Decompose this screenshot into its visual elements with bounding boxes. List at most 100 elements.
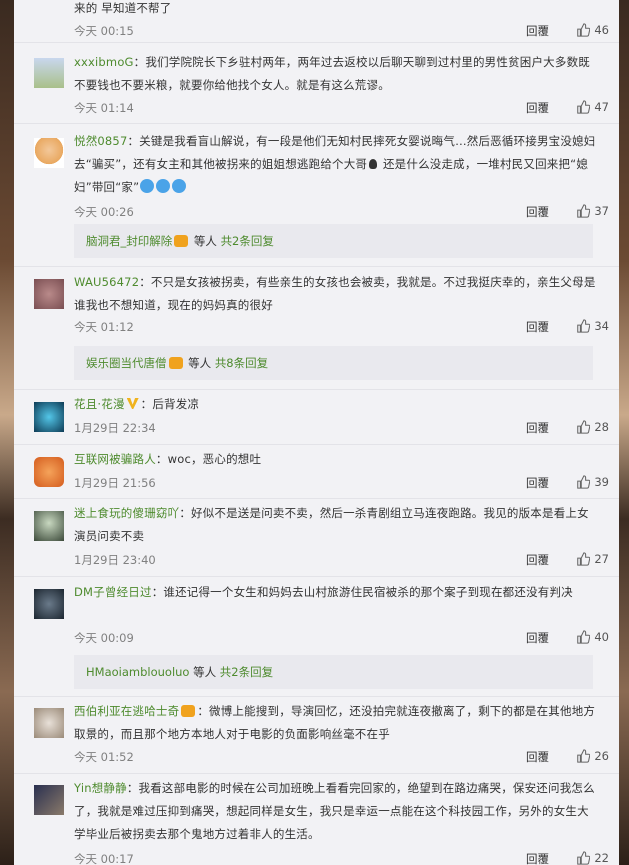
sub-reply-count[interactable]: 共8条回复 <box>215 356 268 370</box>
sub-reply-user[interactable]: 脑洞君_封印解除 <box>86 234 172 248</box>
comment-item: WAU56472：不只是女孩被拐卖，有些亲生的女孩也会被卖，我就是。不过我挺庆幸… <box>14 267 619 390</box>
comment-text: 来的 早知道不帮了 <box>74 1 172 15</box>
thumbs-up-icon <box>577 23 591 37</box>
comment-item: 西伯利亚在逃哈士奇 ：微博上能搜到，导演回忆，还没拍完就连夜撤离了，剩下的都是在其… <box>14 697 619 774</box>
comment-item: Yin想静静：我看这部电影的时候在公司加班晚上看看完回家的，绝望到在路边痛哭，保… <box>14 774 619 865</box>
like-count: 22 <box>594 851 609 865</box>
like-button[interactable]: 22 <box>576 851 609 865</box>
comment-item: DM子曾经日过：谁还记得一个女生和妈妈去山村旅游住民宿被杀的那个案子到现在都还没… <box>14 577 619 697</box>
avatar[interactable] <box>34 279 64 309</box>
avatar[interactable] <box>34 708 64 738</box>
comment-text: WAU56472：不只是女孩被拐卖，有些亲生的女孩也会被卖，我就是。不过我挺庆幸… <box>74 275 596 312</box>
comment-time: 今天 01:52 <box>74 750 134 764</box>
money-bag-emoji-icon <box>369 159 378 169</box>
like-button[interactable]: 27 <box>576 552 609 566</box>
sub-reply-user[interactable]: 娱乐圈当代唐僧 <box>86 356 167 370</box>
comment-item: 花且·花漫 ：后背发凉 1月29日 22:34 回覆 28 <box>14 390 619 445</box>
like-count: 27 <box>594 552 609 566</box>
sub-replies-bar[interactable]: HMaoiamblouoluo 等人 共2条回复 <box>74 655 593 689</box>
like-count: 28 <box>594 420 609 434</box>
like-button[interactable]: 37 <box>576 204 609 218</box>
doraemon-emoji-icon <box>172 179 187 193</box>
username-link[interactable]: xxxibmoG <box>74 55 134 69</box>
username-link[interactable]: 迷上食玩的傻珊窈吖 <box>74 506 179 520</box>
like-count: 34 <box>594 319 609 333</box>
like-button[interactable]: 40 <box>576 630 609 644</box>
background-photo-left <box>0 0 14 865</box>
heart-eyes-emoji-icon <box>174 235 189 247</box>
username-link[interactable]: 悦然0857 <box>74 134 127 148</box>
username-link[interactable]: 西伯利亚在逃哈士奇 <box>74 704 179 718</box>
avatar[interactable] <box>34 589 64 619</box>
reply-button[interactable]: 回覆 <box>526 204 549 220</box>
reply-button[interactable]: 回覆 <box>526 420 549 436</box>
thumbs-up-icon <box>577 749 591 763</box>
comment-item: xxxibmoG：我们学院院长下乡驻村两年，两年过去返校以后聊天聊到过村里的男性… <box>14 43 619 124</box>
comment-text: 互联网被骗路人：woc，恶心的想吐 <box>74 452 262 466</box>
comment-time: 今天 00:09 <box>74 631 134 645</box>
comment-text: DM子曾经日过：谁还记得一个女生和妈妈去山村旅游住民宿被杀的那个案子到现在都还没… <box>74 585 573 599</box>
comment-text: 迷上食玩的傻珊窈吖：好似不是送是问卖不卖，然后一杀青剧组立马连夜跑路。我见的版本… <box>74 506 589 543</box>
reply-button[interactable]: 回覆 <box>526 552 549 568</box>
comment-item: 悦然0857：关键是我看盲山解说，有一段是他们无知村民摔死女婴说晦气…然后恶循环… <box>14 124 619 267</box>
comment-text: 花且·花漫 ：后背发凉 <box>74 397 200 411</box>
like-button[interactable]: 46 <box>576 23 609 37</box>
thumbs-up-icon <box>577 204 591 218</box>
like-count: 39 <box>594 475 609 489</box>
comment-item: 来的 早知道不帮了 今天 00:15 回覆 46 <box>14 0 619 43</box>
like-button[interactable]: 28 <box>576 420 609 434</box>
sub-replies-bar[interactable]: 娱乐圈当代唐僧 等人 共8条回复 <box>74 346 593 380</box>
like-count: 40 <box>594 630 609 644</box>
sub-replies-bar[interactable]: 脑洞君_封印解除 等人 共2条回复 <box>74 224 593 258</box>
username-link[interactable]: 花且·花漫 <box>74 397 125 411</box>
avatar[interactable] <box>34 58 64 88</box>
username-link[interactable]: WAU56472 <box>74 275 139 289</box>
reply-button[interactable]: 回覆 <box>526 749 549 765</box>
sub-reply-user[interactable]: HMaoiamblouoluo <box>86 665 189 679</box>
comment-time: 今天 00:26 <box>74 205 134 219</box>
gift-emoji-icon <box>168 357 183 369</box>
reply-button[interactable]: 回覆 <box>526 851 549 865</box>
comment-time: 今天 00:17 <box>74 852 134 865</box>
background-photo-right <box>619 0 629 865</box>
like-button[interactable]: 34 <box>576 319 609 333</box>
comment-time: 1月29日 21:56 <box>74 476 156 490</box>
reply-button[interactable]: 回覆 <box>526 319 549 335</box>
like-button[interactable]: 47 <box>576 100 609 114</box>
doraemon-emoji-icon <box>140 179 155 193</box>
comment-time: 今天 01:14 <box>74 101 134 115</box>
like-count: 26 <box>594 749 609 763</box>
comment-item: 互联网被骗路人：woc，恶心的想吐 1月29日 21:56 回覆 39 <box>14 445 619 499</box>
comment-text: 悦然0857：关键是我看盲山解说，有一段是他们无知村民摔死女婴说晦气…然后恶循环… <box>74 134 596 194</box>
username-link[interactable]: Yin想静静 <box>74 781 127 795</box>
avatar[interactable] <box>34 402 64 432</box>
avatar[interactable] <box>34 138 64 168</box>
thumbs-up-icon <box>577 475 591 489</box>
comment-text: xxxibmoG：我们学院院长下乡驻村两年，两年过去返校以后聊天聊到过村里的男性… <box>74 55 590 92</box>
reply-button[interactable]: 回覆 <box>526 100 549 116</box>
vip-badge-icon <box>126 398 139 409</box>
username-link[interactable]: DM子曾经日过 <box>74 585 152 599</box>
comment-panel: 来的 早知道不帮了 今天 00:15 回覆 46 xxxibmoG：我们学院院长… <box>14 0 619 865</box>
comment-time: 今天 00:15 <box>74 24 134 38</box>
thumbs-up-icon <box>577 552 591 566</box>
like-button[interactable]: 26 <box>576 749 609 763</box>
comment-time: 1月29日 22:34 <box>74 421 156 435</box>
avatar[interactable] <box>34 785 64 815</box>
sub-reply-count[interactable]: 共2条回复 <box>221 234 274 248</box>
reply-button[interactable]: 回覆 <box>526 630 549 646</box>
like-button[interactable]: 39 <box>576 475 609 489</box>
comment-text: 西伯利亚在逃哈士奇 ：微博上能搜到，导演回忆，还没拍完就连夜撤离了，剩下的都是在其… <box>74 704 596 741</box>
reply-button[interactable]: 回覆 <box>526 475 549 491</box>
avatar[interactable] <box>34 511 64 541</box>
comment-item: 迷上食玩的傻珊窈吖：好似不是送是问卖不卖，然后一杀青剧组立马连夜跑路。我见的版本… <box>14 499 619 577</box>
thumbs-up-icon <box>577 851 591 865</box>
heart-eyes-emoji-icon <box>181 705 196 717</box>
thumbs-up-icon <box>577 420 591 434</box>
thumbs-up-icon <box>577 319 591 333</box>
avatar[interactable] <box>34 457 64 487</box>
comment-text: Yin想静静：我看这部电影的时候在公司加班晚上看看完回家的，绝望到在路边痛哭，保… <box>74 781 595 841</box>
reply-button[interactable]: 回覆 <box>526 23 549 39</box>
username-link[interactable]: 互联网被骗路人 <box>74 452 156 466</box>
sub-reply-count[interactable]: 共2条回复 <box>220 665 273 679</box>
